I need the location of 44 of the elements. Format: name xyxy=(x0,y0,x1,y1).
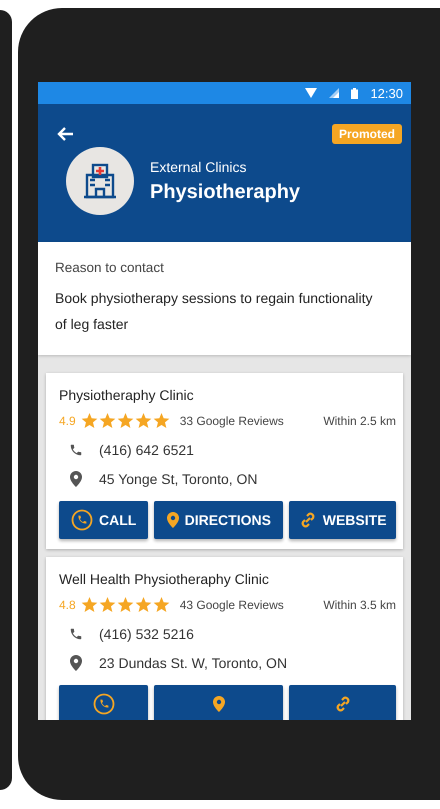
star-icon xyxy=(134,413,152,429)
location-pin-icon xyxy=(212,696,225,712)
distance-label: Within 2.5 km xyxy=(323,414,396,428)
website-button[interactable]: WEBSITE xyxy=(289,501,396,539)
star-icon xyxy=(80,597,98,613)
distance-label: Within 3.5 km xyxy=(323,598,396,612)
back-arrow-icon[interactable] xyxy=(56,126,74,142)
star-icon xyxy=(116,597,134,613)
star-icon xyxy=(134,597,152,613)
phone-icon xyxy=(92,693,115,715)
call-button[interactable] xyxy=(59,685,148,720)
star-icon xyxy=(152,413,170,429)
review-count: 33 Google Reviews xyxy=(180,414,284,428)
wifi-icon xyxy=(305,88,318,98)
reason-label: Reason to contact xyxy=(55,260,165,275)
link-icon xyxy=(298,511,317,529)
phone-number: (416) 532 5216 xyxy=(99,626,194,642)
clinic-name: Well Health Physiotheraphy Clinic xyxy=(59,571,270,587)
review-count: 43 Google Reviews xyxy=(180,598,284,612)
star-icon xyxy=(116,413,134,429)
status-time: 12:30 xyxy=(370,86,403,100)
promoted-badge: Promoted xyxy=(332,124,402,144)
star-icon xyxy=(98,413,116,429)
location-pin-icon xyxy=(166,512,179,528)
directions-button[interactable]: DIRECTIONS xyxy=(154,501,284,539)
reason-text: Book physiotherapy sessions to regain functionality of leg faster xyxy=(55,289,374,334)
clinic-name: Physiotheraphy Clinic xyxy=(59,387,195,403)
star-icon xyxy=(152,597,170,613)
star-icon xyxy=(80,413,98,429)
star-icon xyxy=(98,597,116,613)
address-text: 45 Yonge St, Toronto, ON xyxy=(99,471,258,487)
battery-icon xyxy=(351,88,358,98)
call-button[interactable]: CALL xyxy=(59,501,148,539)
address-text: 23 Dundas St. W, Toronto, ON xyxy=(99,655,288,671)
rating-value: 4.8 xyxy=(59,598,76,612)
category-label: External Clinics xyxy=(150,158,248,174)
page-title: Physiotheraphy xyxy=(150,180,300,204)
phone-number: (416) 642 6521 xyxy=(99,442,194,458)
signal-icon xyxy=(329,88,340,98)
directions-button[interactable] xyxy=(154,685,284,720)
hospital-icon xyxy=(66,147,134,215)
rating-value: 4.9 xyxy=(59,414,76,428)
phone-icon xyxy=(70,509,93,531)
link-icon xyxy=(334,695,352,713)
